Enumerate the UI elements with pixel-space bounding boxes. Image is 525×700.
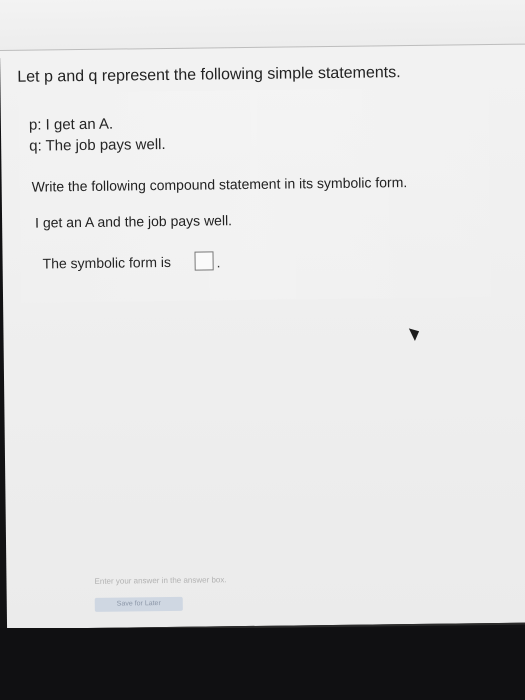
- help-text: Enter your answer in the answer box.: [94, 575, 227, 586]
- mouse-cursor-icon: [408, 324, 423, 341]
- question-panel: Let p and q represent the following simp…: [0, 43, 525, 631]
- instruction-text: Write the following compound statement i…: [31, 174, 408, 195]
- screen: Let p and q represent the following simp…: [0, 0, 525, 700]
- compound-statement: I get an A and the job pays well.: [35, 212, 233, 231]
- answer-suffix: .: [216, 254, 221, 271]
- symbolic-form-input[interactable]: [194, 251, 214, 271]
- save-for-later-button[interactable]: Save for Later: [94, 596, 183, 612]
- bottom-bezel: [0, 628, 525, 700]
- answer-prefix: The symbolic form is: [42, 253, 172, 272]
- definition-p: p: I get an A.: [28, 115, 114, 134]
- question-intro: Let p and q represent the following simp…: [17, 64, 401, 86]
- definition-q: q: The job pays well.: [29, 135, 166, 155]
